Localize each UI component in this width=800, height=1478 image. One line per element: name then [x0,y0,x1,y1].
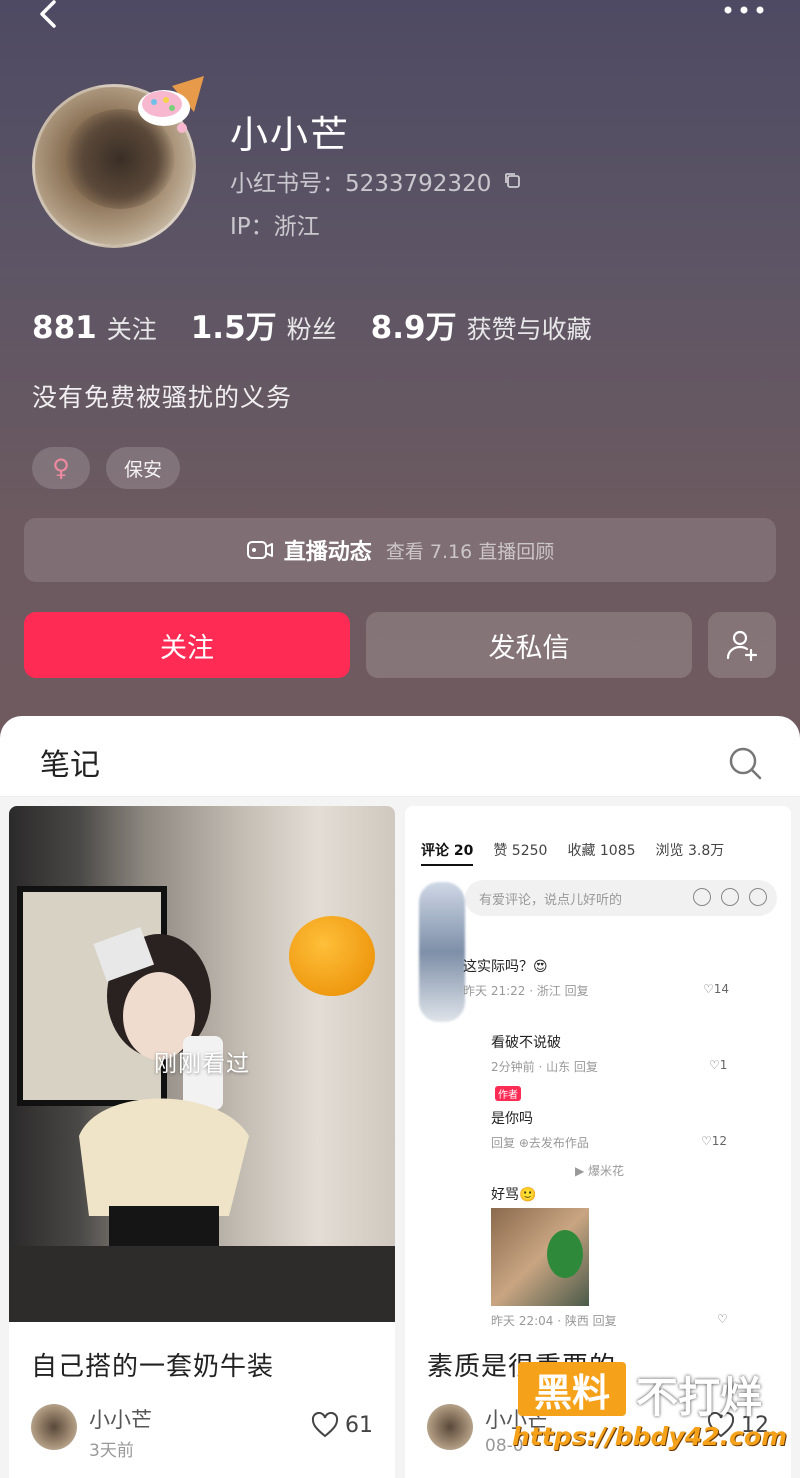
reply-reference: ▶ 爆米花 [575,1164,625,1178]
stat-following[interactable]: 881 关注 [32,310,157,346]
collect-tab: 收藏 1085 [567,843,636,859]
add-user-icon [726,630,758,662]
like-count: 61 [345,1412,373,1438]
comment-meta: 回复 ⊕去发布作品 [491,1136,589,1150]
ip-location: IP：浙江 [230,214,320,240]
author-avatar [31,1404,77,1450]
comment-likes: ♡1 [709,1058,728,1072]
comment-text: 是你吗 [491,1111,533,1127]
floating-video [419,882,465,1022]
comment-placeholder: 有爱评论，说点儿好听的 [479,892,623,908]
live-subtitle: 查看 7.16 直播回顾 [385,540,555,563]
comment-tabs: 评论 20 赞 5250 收藏 1085 浏览 3.8万 [421,840,724,866]
comment-tab: 评论 20 [421,840,474,866]
stat-followers-label: 粉丝 [286,315,337,344]
red-id: 小红书号：5233792320 [230,164,523,198]
comment-meta: 2分钟前 · 山东 回复 [491,1060,598,1074]
watermark-brand-b: 不打烊 [636,1373,763,1422]
watermark-url: https://bbdy42.com [512,1422,788,1451]
stat-following-label: 关注 [106,315,157,344]
gender-tag: ♀ [32,447,90,489]
like-button[interactable]: 61 [311,1412,373,1438]
comment-meta: 昨天 21:22 · 浙江 回复 [463,984,589,998]
like-tab: 赞 5250 [493,843,548,859]
stat-likes-label: 获赞与收藏 [466,315,592,344]
stat-likes[interactable]: 8.9万 获赞与收藏 [371,302,592,347]
author-name: 小小芒 [89,1408,152,1432]
job-tag: 保安 [106,447,180,489]
stat-likes-num: 8.9万 [370,310,457,346]
comment-likes: ♡14 [703,982,730,996]
comment-text: 好骂🙂 [491,1187,537,1203]
note-title: 自己搭的一套奶牛装 [31,1352,275,1382]
heart-icon [311,1412,339,1438]
image-icon [693,888,711,906]
author-avatar [427,1404,473,1450]
comment-meta: 昨天 22:04 · 陕西 回复 [491,1314,617,1328]
live-title: 直播动态 [283,540,372,565]
comment-input: 有爱评论，说点儿好听的 [465,880,777,916]
emoji-icon [749,888,767,906]
comment-likes: ♡ [717,1312,728,1326]
more-options-icon[interactable] [720,2,768,18]
views-tab: 浏览 3.8万 [655,843,725,859]
bio: 没有免费被骚扰的义务 [32,383,293,412]
post-date: 3天前 [89,1441,134,1461]
search-icon[interactable] [726,744,764,782]
comment-author-badge: 作者 [491,1086,521,1102]
live-updates-bar[interactable]: 直播动态 查看 7.16 直播回顾 [24,518,776,582]
back-arrow-icon[interactable] [30,0,70,40]
stat-followers[interactable]: 1.5万 粉丝 [191,302,337,347]
red-id-text: 小红书号：5233792320 [230,171,492,197]
watermark-brand-a: 黑料 [518,1362,626,1416]
stats-row: 881 关注 1.5万 粉丝 8.9万 获赞与收藏 [32,302,626,347]
comment-text: 这实际吗？😍 [463,959,548,975]
follow-button[interactable]: 关注 [24,612,350,678]
stat-following-num: 881 [32,310,97,346]
author-badge: 作者 [495,1086,521,1101]
tab-notes[interactable]: 笔记 [40,740,100,784]
note-card-1[interactable]: 刚刚看过 自己搭的一套奶牛装 小小芒 3天前 61 [9,806,395,1478]
copy-icon[interactable] [503,171,523,191]
recently-viewed-label: 刚刚看过 [154,1051,250,1077]
at-icon [721,888,739,906]
message-button[interactable]: 发私信 [366,612,692,678]
add-friend-button[interactable] [708,612,776,678]
stat-followers-num: 1.5万 [190,310,277,346]
comment-text: 看破不说破 [491,1035,561,1051]
profile-name: 小小芒 [230,113,351,157]
live-camera-icon [246,541,273,559]
comment-likes: ♡12 [701,1134,728,1148]
meme-image [491,1208,589,1306]
watermark: 黑料 不打烊 https://bbdy42.com [508,1360,800,1478]
ice-cream-sticker-icon [138,76,204,133]
comment-screenshot: 评论 20 赞 5250 收藏 1085 浏览 3.8万 有爱评论，说点儿好听的… [405,806,791,1328]
